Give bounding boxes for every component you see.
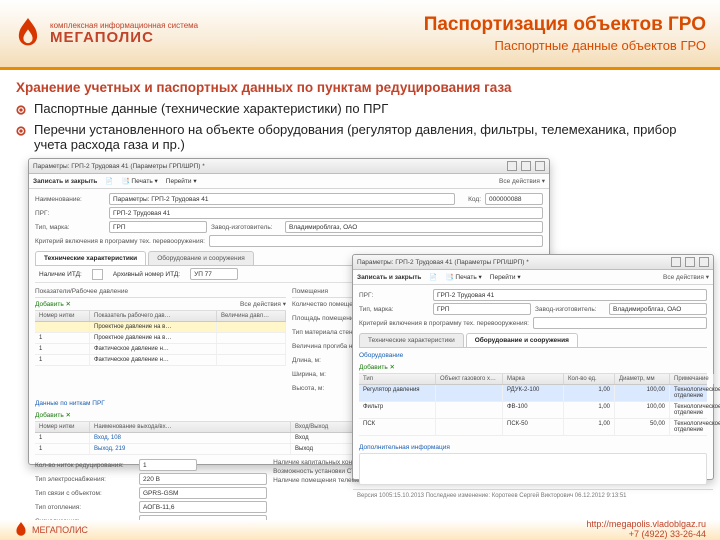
- threads-count-field[interactable]: 1: [139, 459, 197, 471]
- prg-label: ПРГ:: [359, 292, 429, 299]
- grid-row[interactable]: 1Фактическое давление н…: [35, 344, 286, 355]
- toolbar: Записать и закрыть 📄 📑 Печать ▾ Перейти …: [353, 270, 713, 285]
- bullet-icon: [16, 105, 26, 115]
- print-menu[interactable]: 📑 Печать ▾: [122, 177, 158, 185]
- goto-menu[interactable]: Перейти ▾: [166, 177, 197, 185]
- flame-icon: [14, 522, 28, 538]
- print-menu[interactable]: 📑 Печать ▾: [446, 273, 482, 281]
- tb-action[interactable]: 📄: [105, 177, 113, 185]
- header: комплексная информационная система МЕГАП…: [0, 0, 720, 70]
- comm-type-field[interactable]: GPRS-GSM: [139, 487, 267, 499]
- page-title: Паспортизация объектов ГРО: [424, 14, 706, 36]
- footer-phone: +7 (4922) 33-26-44: [586, 530, 706, 540]
- bullet-text: Перечни установленного на объекте оборуд…: [34, 122, 704, 152]
- heating-type-field[interactable]: АОГВ-11,6: [139, 501, 267, 513]
- grid-row[interactable]: 1Проектное давление на в…: [35, 333, 286, 344]
- heating-type-label: Тип отопления:: [35, 504, 135, 511]
- footer-logo: МЕГАПОЛИС: [32, 525, 88, 535]
- itd-checkbox[interactable]: [92, 269, 103, 280]
- tab-equipment[interactable]: Оборудование и сооружения: [466, 333, 578, 347]
- add-button[interactable]: Добавить ✕: [35, 411, 71, 419]
- logo-block: комплексная информационная система МЕГАП…: [14, 18, 198, 50]
- threads-count-label: Кол-во ниток редуцирования:: [35, 462, 135, 469]
- criteria-label: Критерий включения в программу тех. пере…: [359, 320, 529, 327]
- all-actions-menu[interactable]: Все действия ▾: [240, 300, 286, 308]
- type-field[interactable]: ГРП: [109, 221, 207, 233]
- window-titlebar[interactable]: Параметры: ГРП-2 Трудовая 41 (Параметры …: [29, 159, 549, 174]
- arch-label: Архивный номер ИТД:: [113, 271, 180, 278]
- grid-head: Номер нитки Показатель рабочего дав… Вел…: [35, 311, 286, 322]
- mfr-label: Завод-изготовитель:: [211, 224, 281, 231]
- window-parameters-equipment: Параметры: ГРП-2 Трудовая 41 (Параметры …: [352, 254, 714, 480]
- type-label: Тип, марка:: [359, 306, 429, 313]
- window-title: Параметры: ГРП-2 Трудовая 41 (Параметры …: [357, 259, 529, 266]
- criteria-field[interactable]: [209, 235, 543, 247]
- maximize-icon[interactable]: [521, 161, 531, 171]
- section-heading: Хранение учетных и паспортных данных по …: [16, 80, 704, 95]
- close-icon[interactable]: [699, 257, 709, 267]
- grid-row[interactable]: 1Фактическое давление н…: [35, 355, 286, 366]
- grid-row[interactable]: Проектное давление на в…: [35, 322, 286, 333]
- tab-equipment[interactable]: Оборудование и сооружения: [148, 251, 254, 265]
- grid-row[interactable]: ФильтрФВ-1001,00100,00Технологическое от…: [359, 402, 707, 419]
- window-title: Параметры: ГРП-2 Трудовая 41 (Параметры …: [33, 163, 205, 170]
- save-close-button[interactable]: Записать и закрыть: [33, 178, 97, 185]
- page-subtitle: Паспортные данные объектов ГРО: [424, 38, 706, 53]
- footer: МЕГАПОЛИС http://megapolis.vladoblgaz.ru…: [0, 520, 720, 540]
- mfr-label: Завод-изготовитель:: [535, 306, 605, 313]
- toolbar: Записать и закрыть 📄 📑 Печать ▾ Перейти …: [29, 174, 549, 189]
- arch-field[interactable]: УП 77: [190, 268, 238, 280]
- mfr-field[interactable]: Владимироблгаз, ОАО: [285, 221, 543, 233]
- add-button[interactable]: Добавить ✕: [35, 300, 71, 308]
- window-titlebar[interactable]: Параметры: ГРП-2 Трудовая 41 (Параметры …: [353, 255, 713, 270]
- bullet-icon: [16, 126, 26, 136]
- right-panel-title: Помещения: [292, 288, 328, 295]
- bullet-item: Перечни установленного на объекте оборуд…: [16, 122, 704, 152]
- goto-menu[interactable]: Перейти ▾: [490, 273, 521, 281]
- status-bar: Версия 1005:15.10.2013 Последнее изменен…: [353, 489, 713, 501]
- left-panel-title: Показатели/Рабочее давление: [35, 288, 128, 295]
- all-actions-menu[interactable]: Все действия ▾: [499, 177, 545, 185]
- save-close-button[interactable]: Записать и закрыть: [357, 274, 421, 281]
- name-field[interactable]: Параметры: ГРП-2 Трудовая 41: [109, 193, 455, 205]
- grid-head: Тип Объект газового х… Марка Кол-во ед. …: [359, 374, 707, 385]
- criteria-label: Критерий включения в программу тех. пере…: [35, 238, 205, 245]
- minimize-icon[interactable]: [671, 257, 681, 267]
- power-type-field[interactable]: 220 В: [139, 473, 267, 485]
- tab-tech-characteristics[interactable]: Технические характеристики: [35, 251, 146, 265]
- power-type-label: Тип электроснабжения:: [35, 476, 135, 483]
- all-actions-menu[interactable]: Все действия ▾: [663, 273, 709, 281]
- prg-field[interactable]: ГРП-2 Трудовая 41: [433, 289, 707, 301]
- extra-info-block: Дополнительная информация: [359, 444, 707, 451]
- tab-tech-characteristics[interactable]: Технические характеристики: [359, 333, 464, 347]
- extra-info-area[interactable]: [359, 453, 707, 485]
- type-field[interactable]: ГРП: [433, 303, 531, 315]
- bullet-list: Паспортные данные (технические характери…: [16, 101, 704, 152]
- prg-label: ПРГ:: [35, 210, 105, 217]
- flame-icon: [14, 18, 42, 50]
- code-label: Код:: [459, 196, 481, 203]
- logo-title: МЕГАПОЛИС: [50, 30, 198, 45]
- bullet-text: Паспортные данные (технические характери…: [34, 101, 388, 116]
- tb-action[interactable]: 📄: [429, 273, 437, 281]
- bullet-item: Паспортные данные (технические характери…: [16, 101, 704, 116]
- itd-label: Наличие ИТД:: [39, 271, 82, 278]
- maximize-icon[interactable]: [685, 257, 695, 267]
- grid-row[interactable]: Регулятор давленияРДУК-2-1001,00100,00Те…: [359, 385, 707, 402]
- type-label: Тип, марка:: [35, 224, 105, 231]
- name-label: Наименование:: [35, 196, 105, 203]
- add-button[interactable]: Добавить ✕: [359, 363, 395, 371]
- comm-type-label: Тип связи с объектом:: [35, 490, 135, 497]
- minimize-icon[interactable]: [507, 161, 517, 171]
- prg-field[interactable]: ГРП-2 Трудовая 41: [109, 207, 543, 219]
- grid-row[interactable]: ПСКПСК-501,0050,00Технологическое отделе…: [359, 419, 707, 436]
- mfr-field[interactable]: Владимироблгаз, ОАО: [609, 303, 707, 315]
- criteria-field[interactable]: [533, 317, 707, 329]
- equipment-block-title: Оборудование: [359, 352, 707, 359]
- close-icon[interactable]: [535, 161, 545, 171]
- code-field[interactable]: 000000088: [485, 193, 543, 205]
